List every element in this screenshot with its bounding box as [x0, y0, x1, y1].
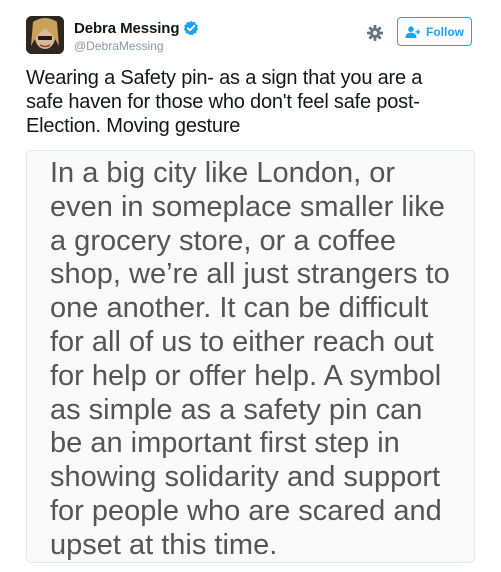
gear-icon[interactable]: [366, 24, 384, 42]
follow-label: Follow: [426, 24, 464, 39]
tweet-text-line: Wearing a Safety pin- as a sign that you…: [26, 67, 423, 89]
image-text-line: for help or offer help. A symbol: [50, 359, 442, 392]
image-text-line: showing solidarity and support: [50, 461, 441, 494]
image-text-line: upset at this time.: [50, 528, 278, 561]
image-text-line: shop, we’re all just strangers to: [50, 258, 450, 291]
image-text-line: be an important first step in: [50, 427, 400, 460]
attached-image[interactable]: In a big city like London, or even in so…: [26, 150, 475, 563]
add-user-icon: [405, 25, 421, 38]
tweet-card: Debra Messing @DebraMessing Follow Weari…: [0, 0, 501, 572]
avatar-image: [26, 16, 64, 54]
image-text-line: one another. It can be difficult: [50, 292, 429, 325]
verified-badge-icon: [183, 20, 199, 36]
image-text-line: a grocery store, or a coffee: [50, 224, 397, 257]
image-text-line: as simple as a safety pin can: [50, 393, 423, 426]
author-info: Debra Messing @DebraMessing: [74, 18, 199, 53]
image-text-line: for people who are scared and: [50, 494, 442, 527]
image-text: In a big city like London, or even in so…: [50, 157, 470, 562]
display-name[interactable]: Debra Messing: [74, 20, 180, 37]
image-text-line: even in someplace smaller like: [50, 190, 445, 223]
image-text-line: for all of us to either reach out: [50, 325, 434, 358]
tweet-text-line: Election. Moving gesture: [26, 115, 241, 137]
tweet-text: Wearing a Safety pin- as a sign that you…: [26, 66, 486, 138]
handle[interactable]: @DebraMessing: [74, 39, 199, 53]
avatar[interactable]: [26, 16, 64, 54]
image-text-line: In a big city like London, or: [50, 157, 395, 189]
follow-button[interactable]: Follow: [397, 17, 472, 46]
tweet-text-line: safe haven for those who don't feel safe…: [26, 91, 420, 113]
